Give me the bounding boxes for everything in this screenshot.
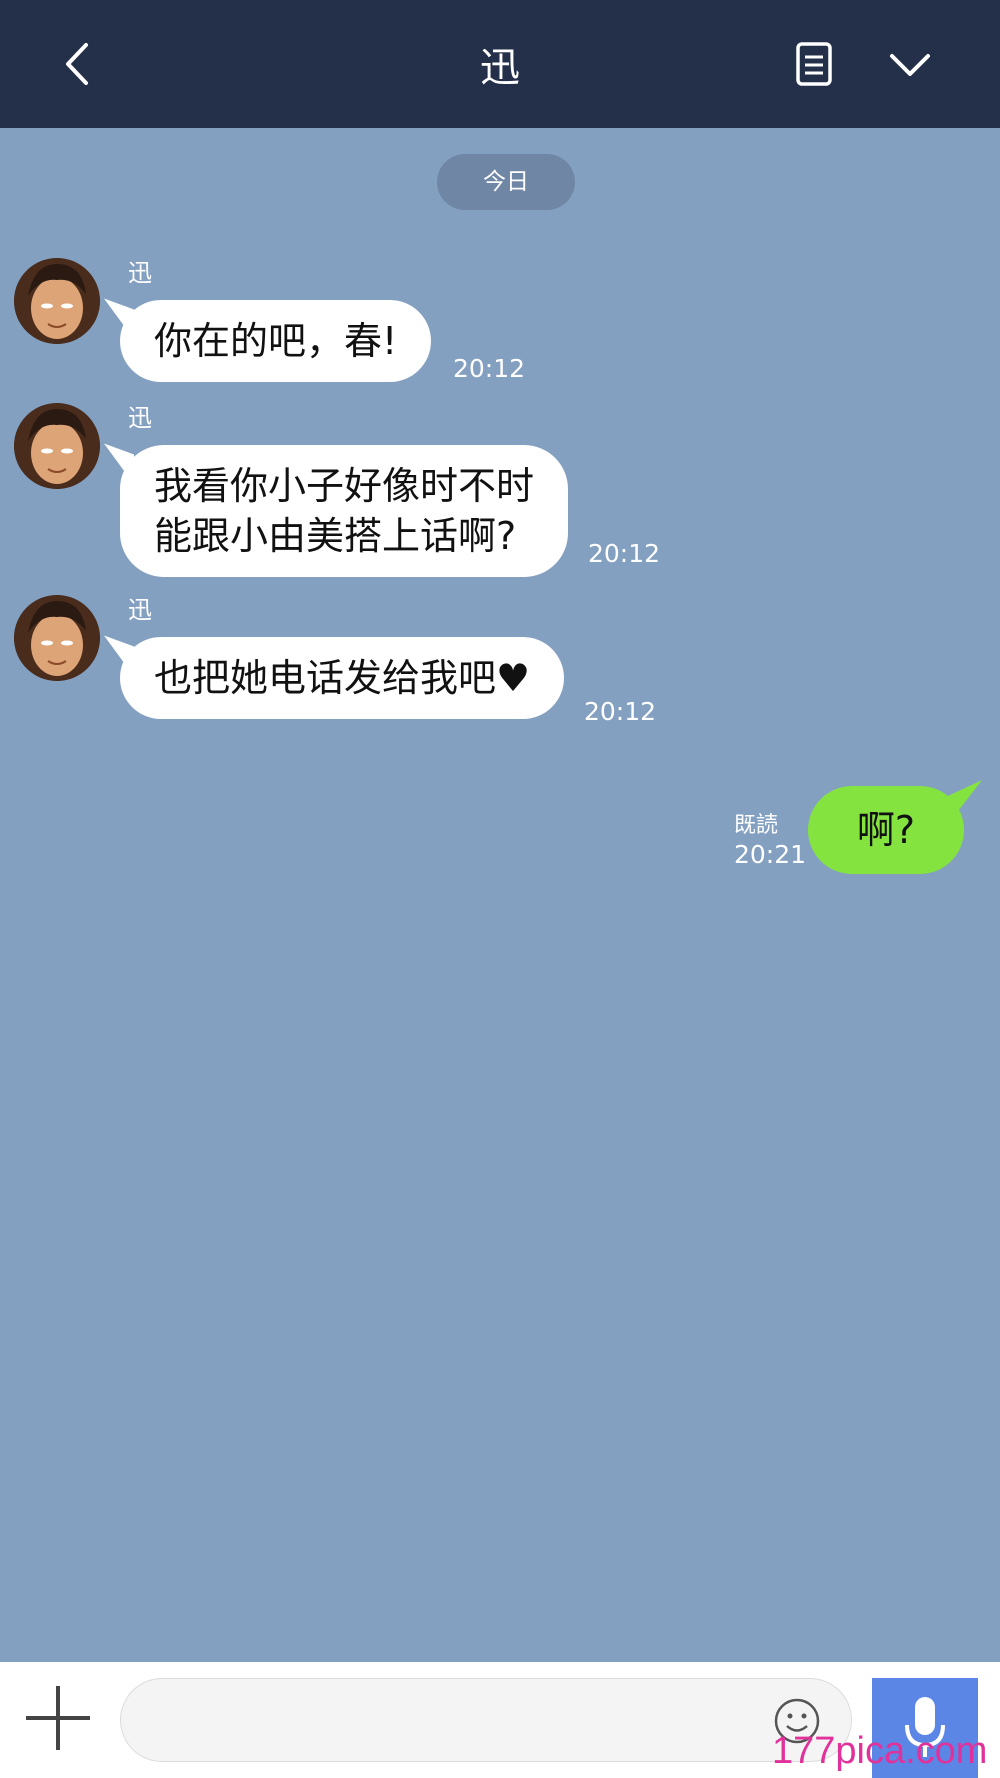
message-time: 20:12	[453, 354, 526, 383]
notes-icon	[796, 42, 832, 86]
add-attachment-button[interactable]	[22, 1682, 94, 1754]
chevron-down-icon	[890, 54, 930, 76]
avatar[interactable]	[14, 258, 100, 344]
avatar-face-icon	[14, 258, 100, 344]
message-time: 20:12	[588, 539, 661, 568]
outgoing-bubble[interactable]: 啊?	[808, 786, 964, 874]
notes-button[interactable]	[784, 34, 844, 94]
message-time: 20:21	[734, 840, 807, 869]
message-row: 迅 也把她电话发给我吧♥ 20:12	[0, 595, 1000, 735]
chat-area[interactable]: 今日 迅 你在的吧，春! 20:12 迅 我看你小子好像时不时 能跟小由美搭上话…	[0, 128, 1000, 1662]
read-receipt: 既読	[734, 813, 779, 838]
avatar-face-icon	[14, 595, 100, 681]
date-separator: 今日	[437, 154, 575, 210]
message-row: 迅 你在的吧，春! 20:12	[0, 258, 1000, 398]
message-bubble[interactable]: 你在的吧，春!	[120, 300, 432, 382]
chat-header: 迅	[0, 0, 1000, 128]
avatar-face-icon	[14, 403, 100, 489]
message-time: 20:12	[584, 697, 657, 726]
watermark: 177pica.com	[772, 1730, 988, 1772]
avatar[interactable]	[14, 595, 100, 681]
message-bubble[interactable]: 也把她电话发给我吧♥	[120, 637, 565, 719]
message-row: 迅 我看你小子好像时不时 能跟小由美搭上话啊? 20:12	[0, 403, 1000, 593]
plus-icon	[26, 1686, 90, 1750]
outgoing-message-row: 既読 20:21 啊?	[0, 778, 1000, 878]
sender-name: 迅	[128, 404, 152, 432]
sender-name: 迅	[128, 596, 152, 624]
avatar[interactable]	[14, 403, 100, 489]
message-bubble[interactable]: 我看你小子好像时不时 能跟小由美搭上话啊?	[120, 445, 569, 577]
dropdown-button[interactable]	[880, 34, 940, 94]
message-input[interactable]	[120, 1678, 852, 1762]
chat-title: 迅	[480, 45, 520, 91]
sender-name: 迅	[128, 259, 152, 287]
